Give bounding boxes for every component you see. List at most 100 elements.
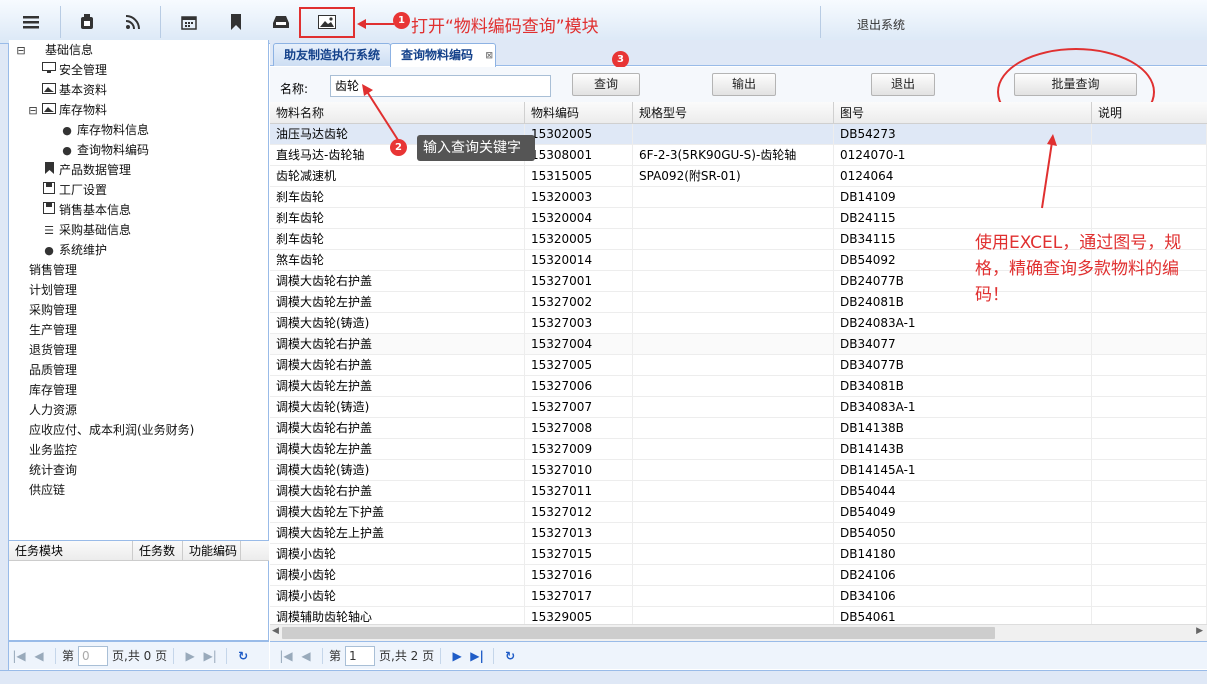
col-function-code[interactable]: 功能编码 bbox=[183, 541, 241, 561]
table-cell: DB54044 bbox=[834, 481, 1092, 502]
tab-query-material-code[interactable]: 查询物料编码 ⊠ bbox=[390, 43, 497, 67]
table-row[interactable]: 齿轮减速机 15315005 SPA092(附SR-01) 0124064 bbox=[270, 166, 1207, 187]
refresh-icon[interactable]: ↻ bbox=[233, 649, 253, 663]
tree-item-security[interactable]: 安全管理 bbox=[41, 60, 107, 80]
query-button[interactable]: 查询 bbox=[572, 73, 640, 96]
material-pager: |◀ ◀ 第 1 页,共 2 页 ▶ ▶| ↻ bbox=[270, 641, 1207, 669]
col-task-module[interactable]: 任务模块 bbox=[9, 541, 133, 561]
tree-module-purchasing[interactable]: 采购管理 bbox=[29, 300, 77, 320]
tree-item-inventory-info[interactable]: ● 库存物料信息 bbox=[59, 120, 149, 140]
inbox-icon[interactable] bbox=[264, 8, 298, 36]
tree-item-system-maintenance[interactable]: ● 系统维护 bbox=[41, 240, 107, 260]
table-row[interactable]: 油压马达齿轮 15302005 DB54273 bbox=[270, 124, 1207, 145]
logout-link[interactable]: 退出系统 bbox=[857, 16, 905, 33]
minus-icon[interactable]: ⊟ bbox=[27, 101, 39, 121]
table-cell: DB54050 bbox=[834, 523, 1092, 544]
tree-module-supply-chain[interactable]: 供应链 bbox=[29, 480, 65, 500]
bookmark-icon[interactable] bbox=[219, 8, 253, 36]
tree-module-finance[interactable]: 应收应付、成本利润(业务财务) bbox=[29, 420, 194, 440]
tree-module-statistics[interactable]: 统计查询 bbox=[29, 460, 77, 480]
tree-item-inventory[interactable]: ⊟ 库存物料 bbox=[27, 100, 107, 120]
next-page-icon[interactable]: ▶ bbox=[447, 649, 467, 663]
phone-icon[interactable] bbox=[70, 8, 104, 36]
table-cell bbox=[633, 607, 834, 624]
prev-page-icon[interactable]: ◀ bbox=[296, 649, 316, 663]
tree-label: 品质管理 bbox=[29, 363, 78, 377]
table-cell bbox=[1092, 502, 1207, 523]
table-row[interactable]: 调模小齿轮 15327015 DB14180 bbox=[270, 544, 1207, 565]
col-task-count[interactable]: 任务数 bbox=[133, 541, 183, 561]
exit-button[interactable]: 退出 bbox=[871, 73, 935, 96]
table-row[interactable]: 调模大齿轮右护盖 15327004 DB34077 bbox=[270, 334, 1207, 355]
close-icon[interactable]: ⊠ bbox=[485, 45, 493, 67]
task-pager: |◀ ◀ 第 0 页,共 0 页 ▶ ▶| ↻ bbox=[9, 641, 269, 669]
table-row[interactable]: 调模大齿轮左护盖 15327009 DB14143B bbox=[270, 439, 1207, 460]
tree-module-hr[interactable]: 人力资源 bbox=[29, 400, 77, 420]
table-row[interactable]: 调模辅助齿轮轴心 15329005 DB54061 bbox=[270, 607, 1207, 624]
table-cell: 15320003 bbox=[525, 187, 633, 208]
export-button[interactable]: 输出 bbox=[712, 73, 776, 96]
table-row[interactable]: 调模大齿轮左下护盖 15327012 DB54049 bbox=[270, 502, 1207, 523]
col-material-code[interactable]: 物料编码 bbox=[525, 102, 633, 124]
tree-item-query-material-code[interactable]: ● 查询物料编码 bbox=[59, 140, 149, 160]
material-grid-header: 物料名称 物料编码 规格型号 图号 说明 bbox=[270, 102, 1207, 124]
table-cell bbox=[633, 208, 834, 229]
table-row[interactable]: 调模大齿轮右护盖 15327008 DB14138B bbox=[270, 418, 1207, 439]
scrollbar-thumb[interactable] bbox=[282, 627, 995, 639]
table-row[interactable]: 调模大齿轮(铸造) 15327007 DB34083A-1 bbox=[270, 397, 1207, 418]
calendar-icon[interactable] bbox=[172, 8, 206, 36]
refresh-icon[interactable]: ↻ bbox=[500, 649, 520, 663]
col-spec[interactable]: 规格型号 bbox=[633, 102, 834, 124]
table-row[interactable]: 刹车齿轮 15320003 DB14109 bbox=[270, 187, 1207, 208]
tree-item-sales-basic[interactable]: 销售基本信息 bbox=[41, 200, 131, 220]
tree-module-planning[interactable]: 计划管理 bbox=[29, 280, 77, 300]
table-row[interactable]: 调模小齿轮 15327016 DB24106 bbox=[270, 565, 1207, 586]
table-row[interactable]: 调模大齿轮右护盖 15327005 DB34077B bbox=[270, 355, 1207, 376]
first-page-icon[interactable]: |◀ bbox=[9, 649, 29, 663]
table-cell: 15327015 bbox=[525, 544, 633, 565]
last-page-icon[interactable]: ▶| bbox=[467, 649, 487, 663]
table-row[interactable]: 调模小齿轮 15327017 DB34106 bbox=[270, 586, 1207, 607]
table-row[interactable]: 调模大齿轮右护盖 15327011 DB54044 bbox=[270, 481, 1207, 502]
table-cell bbox=[1092, 439, 1207, 460]
tree-module-quality[interactable]: 品质管理 bbox=[29, 360, 77, 380]
tree-item-purchase-basic[interactable]: ☰ 采购基础信息 bbox=[41, 220, 131, 240]
menu-icon[interactable] bbox=[14, 8, 48, 36]
tree-module-inventory[interactable]: 库存管理 bbox=[29, 380, 77, 400]
col-drawing-no[interactable]: 图号 bbox=[834, 102, 1092, 124]
horizontal-scrollbar[interactable]: ◀ ▶ bbox=[270, 624, 1207, 641]
tree-label: 基本资料 bbox=[59, 83, 108, 97]
table-cell bbox=[633, 334, 834, 355]
minus-icon[interactable]: ⊟ bbox=[13, 41, 29, 61]
col-remarks[interactable]: 说明 bbox=[1092, 102, 1207, 124]
tree-item-product-data[interactable]: 产品数据管理 bbox=[41, 160, 131, 180]
tab-mes-system[interactable]: 助友制造执行系统 bbox=[273, 43, 392, 66]
tree-module-monitoring[interactable]: 业务监控 bbox=[29, 440, 77, 460]
table-row[interactable]: 调模大齿轮(铸造) 15327010 DB14145A-1 bbox=[270, 460, 1207, 481]
tree-module-production[interactable]: 生产管理 bbox=[29, 320, 77, 340]
table-row[interactable]: 直线马达-齿轮轴 15308001 6F-2-3(5RK90GU-S)-齿轮轴 012… bbox=[270, 145, 1207, 166]
tree-item-basic-data[interactable]: 基本资料 bbox=[41, 80, 107, 100]
table-cell bbox=[633, 229, 834, 250]
tree-root-basic-info[interactable]: ⊟ 基础信息 bbox=[13, 40, 93, 60]
page-input[interactable]: 0 bbox=[78, 645, 109, 666]
table-row[interactable]: 调模大齿轮左上护盖 15327013 DB54050 bbox=[270, 523, 1207, 544]
table-row[interactable]: 调模大齿轮左护盖 15327006 DB34081B bbox=[270, 376, 1207, 397]
collapse-strip[interactable] bbox=[0, 44, 9, 670]
next-page-icon[interactable]: ▶ bbox=[180, 649, 200, 663]
table-cell: 调模小齿轮 bbox=[270, 586, 525, 607]
tree-module-sales[interactable]: 销售管理 bbox=[29, 260, 77, 280]
tree-item-factory-settings[interactable]: 工厂设置 bbox=[41, 180, 107, 200]
monitor-icon bbox=[41, 61, 57, 81]
page-input[interactable]: 1 bbox=[345, 645, 376, 666]
scroll-left-icon[interactable]: ◀ bbox=[272, 626, 279, 636]
prev-page-icon[interactable]: ◀ bbox=[29, 649, 49, 663]
table-cell: 15302005 bbox=[525, 124, 633, 145]
first-page-icon[interactable]: |◀ bbox=[276, 649, 296, 663]
table-row[interactable]: 调模大齿轮(铸造) 15327003 DB24083A-1 bbox=[270, 313, 1207, 334]
scroll-right-icon[interactable]: ▶ bbox=[1196, 626, 1203, 636]
rss-icon[interactable] bbox=[116, 8, 150, 36]
tree-module-returns[interactable]: 退货管理 bbox=[29, 340, 77, 360]
last-page-icon[interactable]: ▶| bbox=[200, 649, 220, 663]
table-row[interactable]: 刹车齿轮 15320004 DB24115 bbox=[270, 208, 1207, 229]
